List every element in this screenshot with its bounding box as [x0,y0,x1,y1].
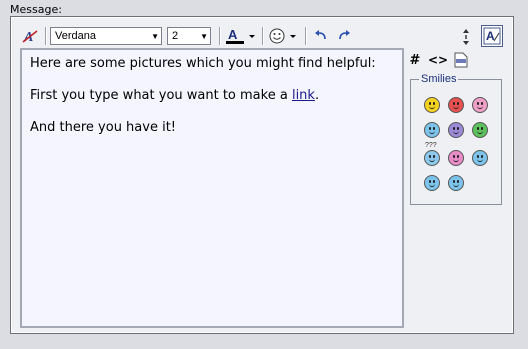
switch-mode-button[interactable]: A [481,25,503,47]
size-select-value: 2 [172,30,179,42]
svg-text:A: A [228,27,238,42]
smiley-tongue-icon[interactable] [472,97,488,113]
message-editor[interactable]: Here are some pictures which you might f… [20,48,404,328]
editor-link[interactable]: link [292,88,315,103]
text-color-icon: A [226,27,255,44]
smiley-frown-icon[interactable] [448,122,464,138]
toolbar-row-1: A Verdana ▼ 2 ▼ A [19,25,356,47]
smiley-mad-icon[interactable] [448,97,464,113]
size-select[interactable]: 2 ▼ [167,27,211,45]
hash-button[interactable]: # [404,50,426,70]
remove-format-icon: A [22,30,38,44]
font-select[interactable]: Verdana ▼ [50,27,162,45]
php-file-icon [454,52,468,68]
editor-line: And there you have it! [30,120,177,135]
editor-line: Here are some pictures which you might f… [30,56,376,71]
editor-line: First you type what you want to make a l… [30,88,402,104]
resize-button[interactable] [459,27,473,47]
message-label: Message: [10,3,62,16]
undo-icon [315,30,326,40]
remove-format-button[interactable]: A [19,26,41,46]
redo-icon [339,30,350,40]
svg-text:A: A [486,29,495,43]
font-select-value: Verdana [55,30,96,42]
smiley-confused-icon[interactable] [424,150,440,166]
switch-mode-icon: A [483,27,501,45]
editor-text: . [314,88,320,103]
code-icon: <> [427,53,449,67]
smiley-icon [269,28,296,44]
smilies-box: Smilies ??? [410,73,502,205]
smilie-menu-button[interactable] [267,26,301,46]
editor-text: First you type what you want to make a [30,88,292,103]
smiley-smile-icon[interactable] [424,97,440,113]
smiley-cool-icon[interactable] [424,175,440,191]
php-button[interactable] [450,50,472,70]
text-color-button[interactable]: A [224,26,258,46]
smiley-eek-icon[interactable] [448,175,464,191]
chevron-down-icon: ▼ [200,31,208,41]
smilies-title: Smilies [419,73,459,85]
chevron-down-icon: ▼ [151,31,159,41]
smiley-cool-blue-icon[interactable] [424,122,440,138]
undo-button[interactable] [310,26,332,46]
code-button[interactable]: <> [427,50,449,70]
redo-button[interactable] [333,26,355,46]
confused-label: ??? [425,142,437,149]
editor-panel: A Verdana ▼ 2 ▼ A A [10,16,514,334]
resize-arrows-icon [463,29,469,45]
smiley-rolleyes-icon[interactable] [472,150,488,166]
hash-icon: # [409,52,421,68]
smiley-grin-icon[interactable] [472,122,488,138]
smiley-embarrassed-icon[interactable] [448,150,464,166]
